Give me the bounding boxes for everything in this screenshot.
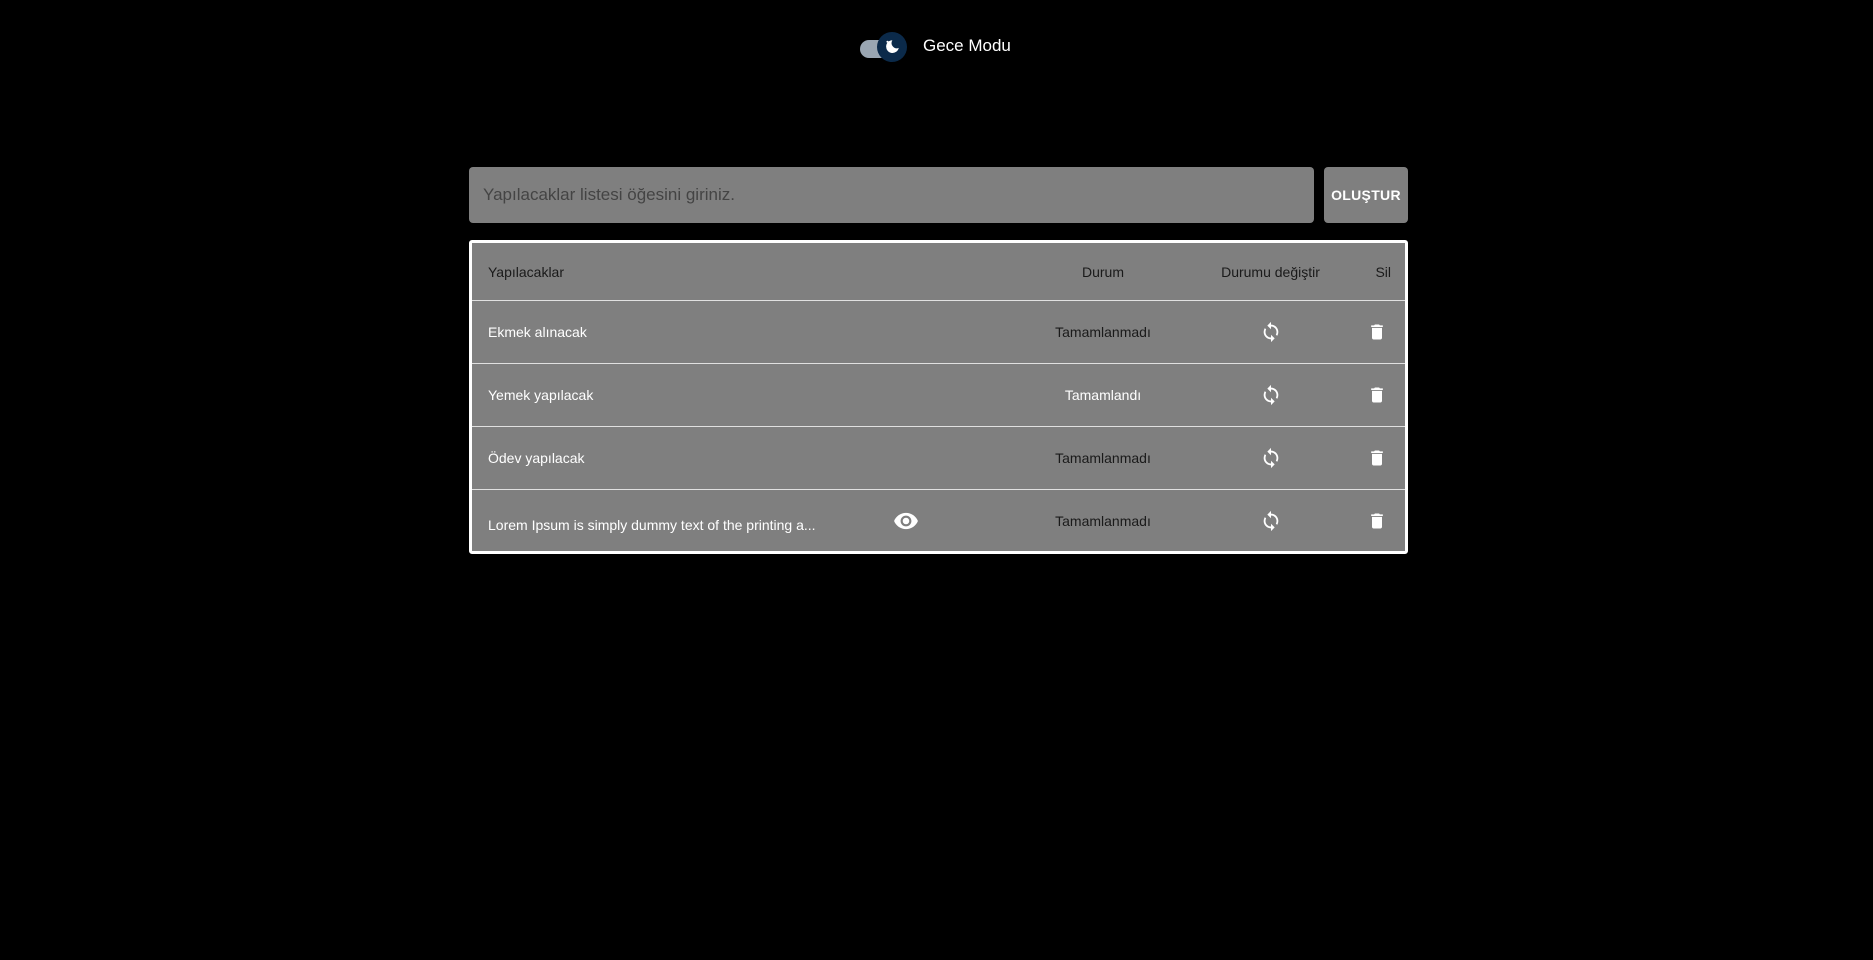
toggle-status-cell [1188,490,1353,552]
header-toggle-status: Durumu değiştir [1188,243,1353,301]
night-mode-label: Gece Modu [923,36,1011,55]
delete-cell [1353,363,1405,427]
header-task: Yapılacaklar [472,243,1018,301]
table-header-row: Yapılacaklar Durum Durumu değiştir Sil [472,243,1405,301]
status-cell: Tamamlanmadı [1018,426,1188,490]
trash-icon[interactable] [1363,444,1391,472]
table-row: Lorem Ipsum is simply dummy text of the … [472,490,1405,552]
status-text: Tamamlandı [1064,387,1142,403]
sync-icon[interactable] [1257,381,1285,409]
task-cell-content: Lorem Ipsum is simply dummy text of the … [488,507,1018,535]
task-text: Ekmek alınacak [488,324,587,340]
header-status: Durum [1018,243,1188,301]
status-text: Tamamlanmadı [1055,450,1151,466]
header-delete: Sil [1353,243,1405,301]
create-row: OLUŞTUR [469,167,1408,223]
task-cell: Ekmek alınacak [472,300,1018,364]
trash-icon[interactable] [1363,318,1391,346]
sync-icon[interactable] [1257,507,1285,535]
task-text: Yemek yapılacak [488,387,594,403]
todo-table: Yapılacaklar Durum Durumu değiştir Sil E… [469,240,1408,554]
table-row: Ekmek alınacak Tamamlanmadı [472,300,1405,364]
table-row: Ödev yapılacak Tamamlanmadı [472,426,1405,490]
toggle-status-cell [1188,363,1353,427]
night-mode-toggle: Gece Modu [859,31,1011,62]
todo-input[interactable] [469,167,1314,223]
toggle-status-cell [1188,300,1353,364]
sync-icon[interactable] [1257,318,1285,346]
status-text: Tamamlanmadı [1055,513,1151,529]
page: Gece Modu OLUŞTUR Yapılacaklar Durum Dur… [0,0,1873,960]
eye-icon[interactable] [892,507,920,535]
delete-cell [1353,300,1405,364]
delete-cell [1353,426,1405,490]
status-cell: Tamamlanmadı [1018,490,1188,552]
moon-icon [877,32,907,62]
table-row: Yemek yapılacak Tamamlandı [472,363,1405,427]
night-mode-switch[interactable] [859,31,909,62]
create-button[interactable]: OLUŞTUR [1324,167,1408,223]
delete-cell [1353,490,1405,552]
task-cell: Ödev yapılacak [472,426,1018,490]
task-text: Lorem Ipsum is simply dummy text of the … [488,517,816,533]
status-cell: Tamamlandı [1018,363,1188,427]
task-text: Ödev yapılacak [488,450,585,466]
trash-icon[interactable] [1363,381,1391,409]
status-cell: Tamamlanmadı [1018,300,1188,364]
task-cell: Lorem Ipsum is simply dummy text of the … [472,490,1018,552]
sync-icon[interactable] [1257,444,1285,472]
trash-icon[interactable] [1363,507,1391,535]
status-text: Tamamlanmadı [1055,324,1151,340]
task-cell: Yemek yapılacak [472,363,1018,427]
toggle-status-cell [1188,426,1353,490]
